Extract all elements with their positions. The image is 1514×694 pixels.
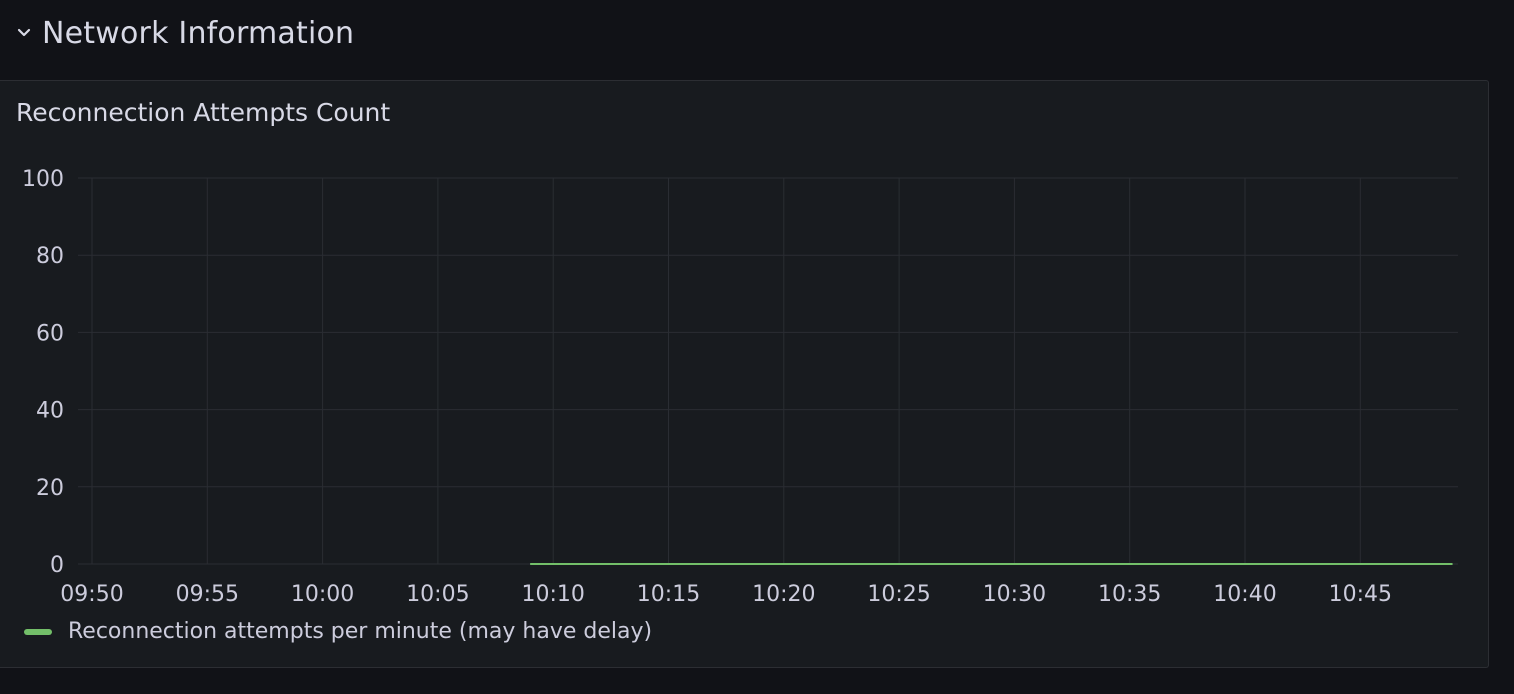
x-tick-label: 10:00 <box>291 582 354 607</box>
timeseries-panel: Reconnection Attempts Count 0 20 40 60 80 100… <box>0 80 1489 668</box>
x-tick-label: 10:10 <box>521 582 584 607</box>
x-tick-label: 10:30 <box>983 582 1046 607</box>
y-tick-label: 60 <box>36 321 64 346</box>
x-tick-label: 09:55 <box>176 582 239 607</box>
x-tick-label: 10:20 <box>752 582 815 607</box>
chevron-down-icon <box>14 23 34 43</box>
x-tick-label: 09:50 <box>60 582 123 607</box>
chart-area[interactable]: 0 20 40 60 80 100 09:50 09:55 10:00 10:05 10:10 10:… <box>0 81 1489 669</box>
row-collapse-toggle[interactable]: Network Information <box>14 12 354 54</box>
y-tick-label: 0 <box>50 553 64 578</box>
y-tick-label: 80 <box>36 244 64 269</box>
x-tick-label: 10:40 <box>1213 582 1276 607</box>
row-title: Network Information <box>42 15 355 51</box>
x-tick-label: 10:25 <box>867 582 930 607</box>
y-tick-label: 20 <box>36 476 64 501</box>
x-tick-label: 10:15 <box>637 582 700 607</box>
legend-series-label: Reconnection attempts per minute (may ha… <box>68 619 653 644</box>
legend-series-swatch <box>24 628 52 635</box>
x-tick-label: 10:35 <box>1098 582 1161 607</box>
y-tick-label: 100 <box>22 167 64 192</box>
y-tick-label: 40 <box>36 399 64 424</box>
legend-item[interactable]: Reconnection attempts per minute (may ha… <box>24 619 652 644</box>
x-tick-label: 10:05 <box>406 582 469 607</box>
x-tick-label: 10:45 <box>1329 582 1392 607</box>
